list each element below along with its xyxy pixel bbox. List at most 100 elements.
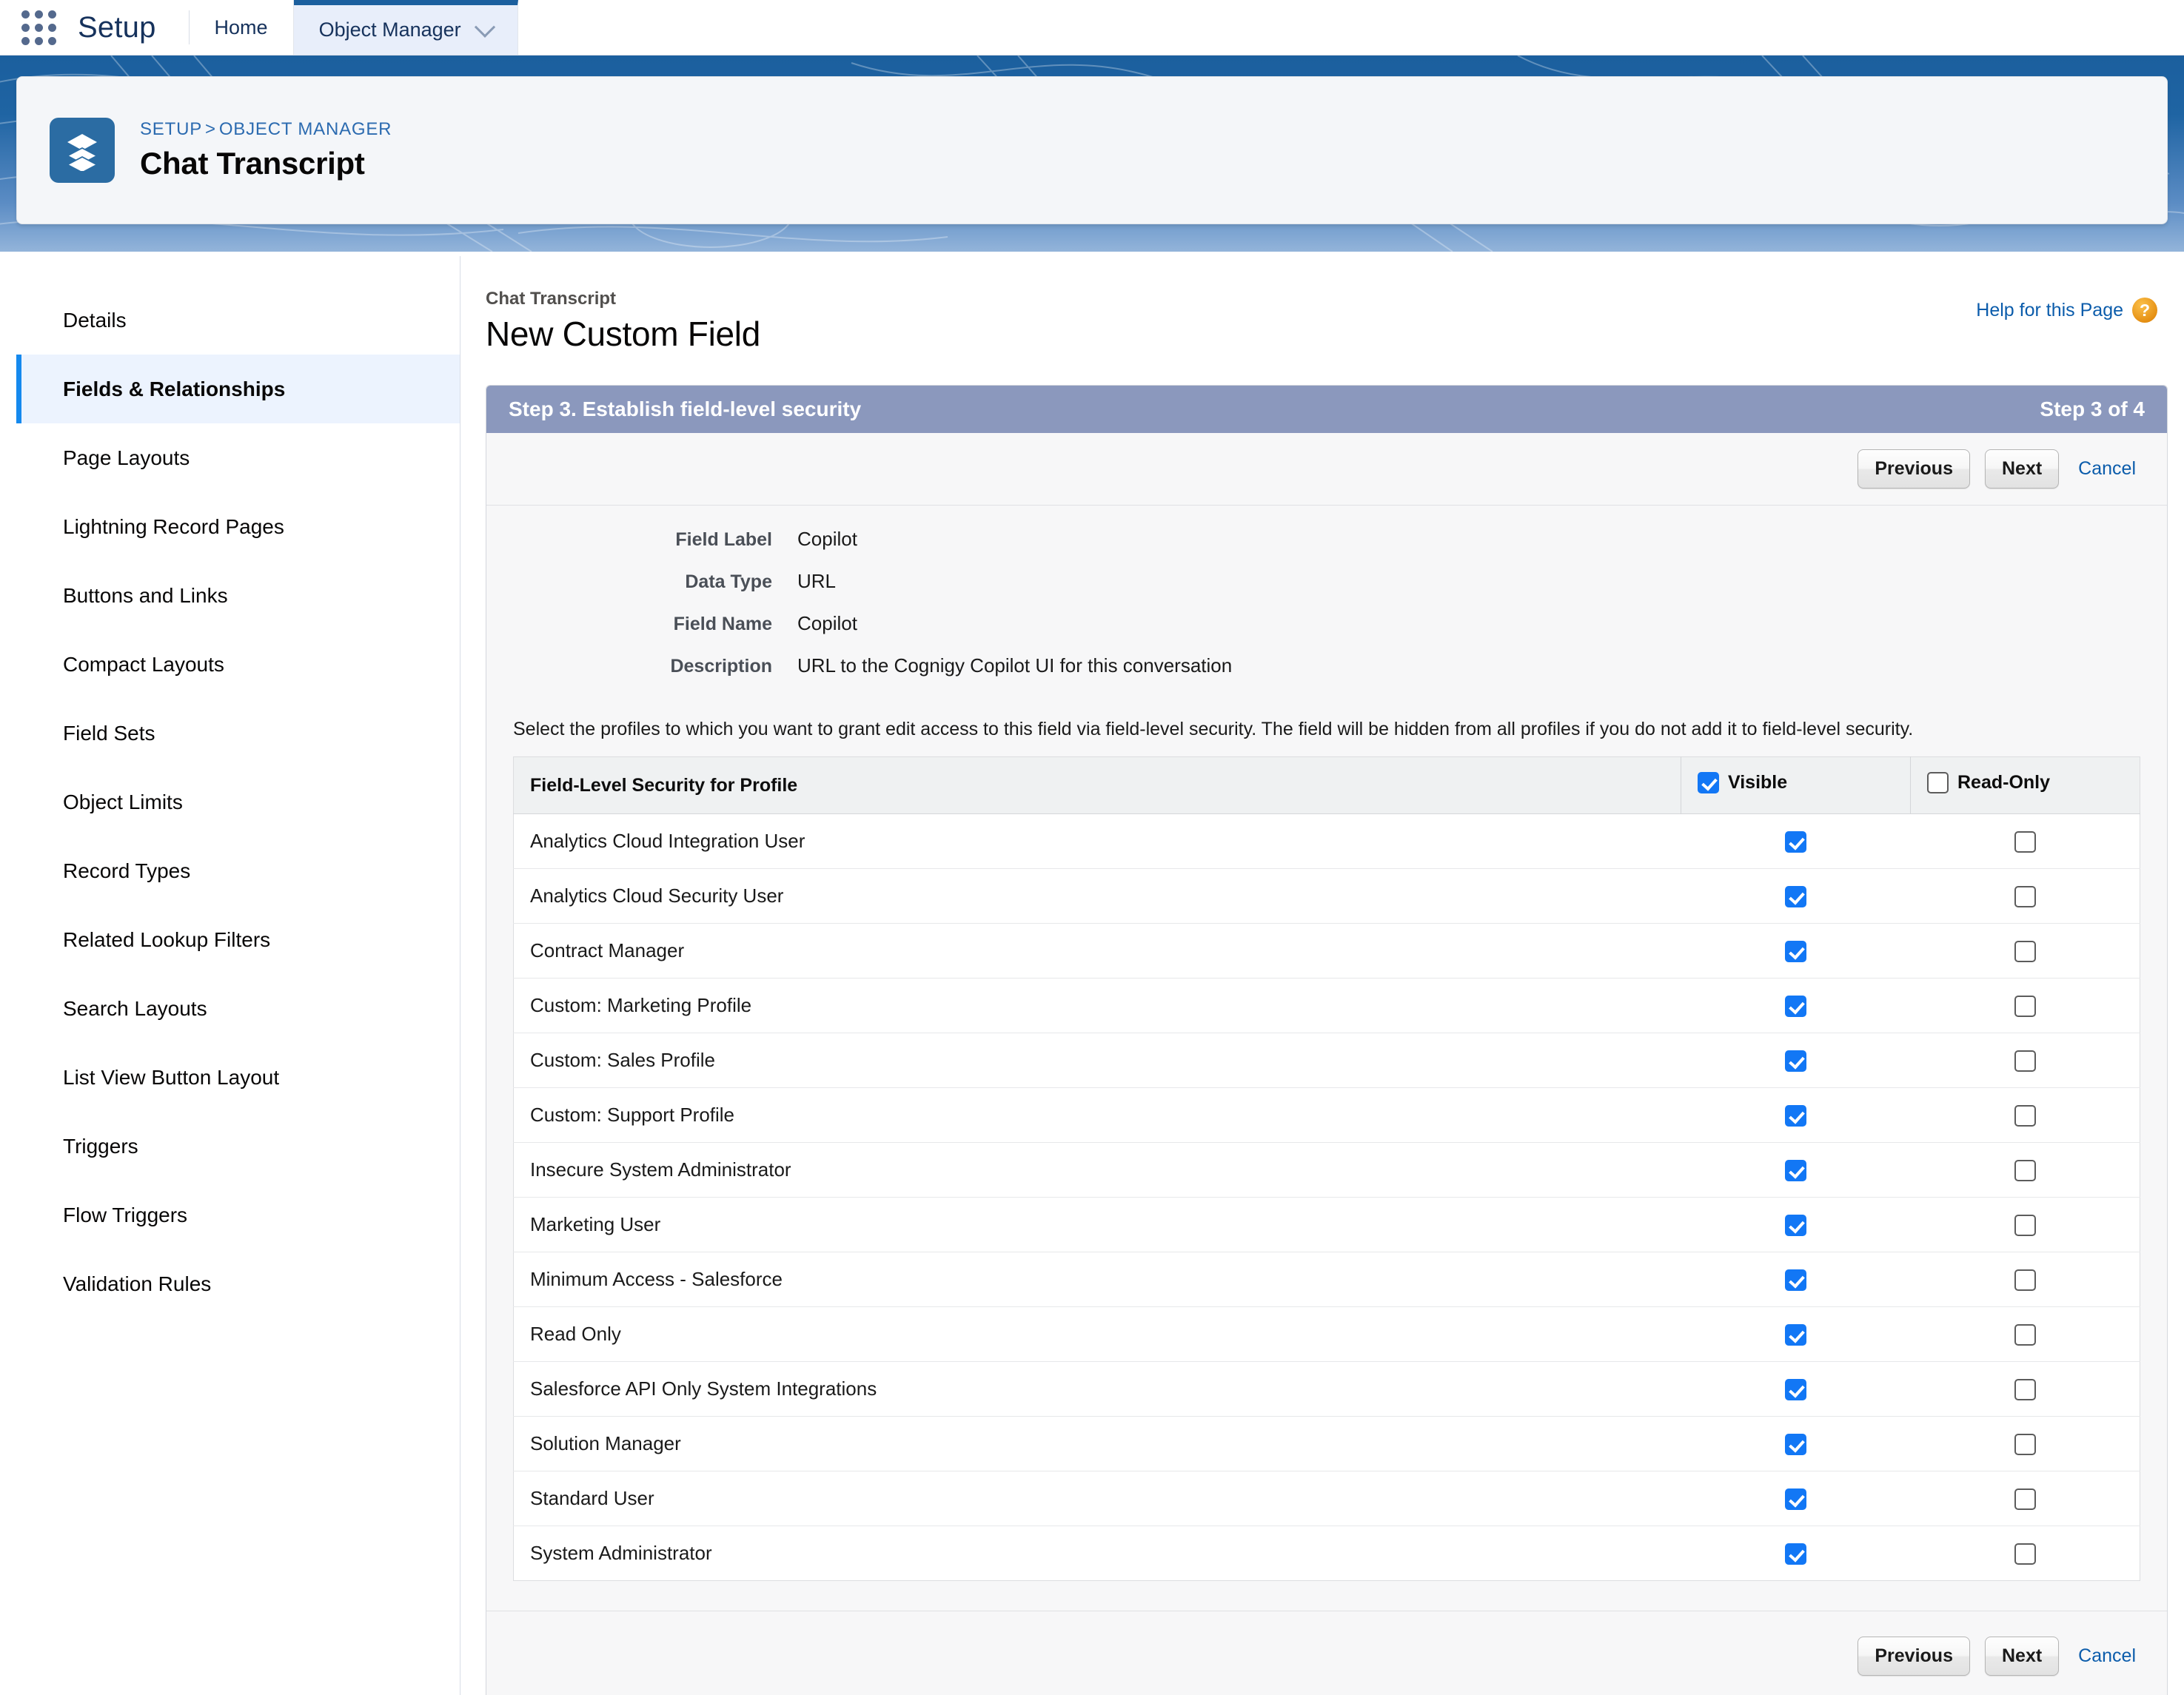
breadcrumb-setup-link[interactable]: SETUP bbox=[140, 119, 202, 139]
read-only-cell bbox=[1911, 869, 2140, 924]
cancel-link-top[interactable]: Cancel bbox=[2074, 458, 2140, 480]
visible-checkbox[interactable] bbox=[1785, 941, 1806, 962]
sidebar-item-validation-rules[interactable]: Validation Rules bbox=[16, 1249, 460, 1318]
sidebar-item-search-layouts[interactable]: Search Layouts bbox=[16, 974, 460, 1043]
read-only-checkbox[interactable] bbox=[2014, 1543, 2036, 1565]
read-only-checkbox[interactable] bbox=[2014, 1215, 2036, 1236]
visible-checkbox[interactable] bbox=[1785, 1050, 1806, 1072]
table-row: Marketing User bbox=[514, 1198, 2140, 1252]
previous-button-top[interactable]: Previous bbox=[1858, 449, 1970, 489]
sidebar-item-fields-relationships[interactable]: Fields & Relationships bbox=[16, 355, 460, 423]
field-level-security-instruction: Select the profiles to which you want to… bbox=[486, 710, 2167, 756]
cancel-link-bottom[interactable]: Cancel bbox=[2074, 1645, 2140, 1667]
read-only-checkbox[interactable] bbox=[2014, 886, 2036, 907]
visible-checkbox[interactable] bbox=[1785, 1324, 1806, 1346]
table-row: Salesforce API Only System Integrations bbox=[514, 1362, 2140, 1417]
sidebar-item-label: Flow Triggers bbox=[63, 1204, 187, 1227]
sidebar-item-field-sets[interactable]: Field Sets bbox=[16, 699, 460, 768]
read-only-checkbox[interactable] bbox=[2014, 831, 2036, 853]
read-only-checkbox[interactable] bbox=[2014, 941, 2036, 962]
visible-checkbox[interactable] bbox=[1785, 1269, 1806, 1291]
table-row: Read Only bbox=[514, 1307, 2140, 1362]
sidebar-item-label: Details bbox=[63, 309, 127, 332]
tab-home[interactable]: Home bbox=[190, 0, 294, 55]
record-title: Chat Transcript bbox=[140, 146, 392, 181]
sidebar-item-triggers[interactable]: Triggers bbox=[16, 1112, 460, 1181]
breadcrumb-object-manager-link[interactable]: OBJECT MANAGER bbox=[219, 119, 392, 139]
setup-title: Setup bbox=[78, 0, 189, 55]
read-only-checkbox[interactable] bbox=[2014, 996, 2036, 1017]
read-only-cell bbox=[1911, 924, 2140, 979]
sidebar-item-related-lookup-filters[interactable]: Related Lookup Filters bbox=[16, 905, 460, 974]
visible-checkbox[interactable] bbox=[1785, 1160, 1806, 1181]
sidebar-item-label: Compact Layouts bbox=[63, 653, 224, 677]
visible-cell bbox=[1681, 1526, 1911, 1581]
profile-name-cell: Marketing User bbox=[514, 1198, 1681, 1252]
read-only-checkbox[interactable] bbox=[2014, 1269, 2036, 1291]
read-only-cell bbox=[1911, 1143, 2140, 1198]
sidebar-item-lightning-record-pages[interactable]: Lightning Record Pages bbox=[16, 492, 460, 561]
help-question-icon[interactable]: ? bbox=[2132, 298, 2157, 323]
table-body: Analytics Cloud Integration User Analyti… bbox=[514, 814, 2140, 1581]
sidebar-item-details[interactable]: Details bbox=[16, 286, 460, 355]
profile-name-cell: Standard User bbox=[514, 1471, 1681, 1526]
sidebar-item-compact-layouts[interactable]: Compact Layouts bbox=[16, 630, 460, 699]
chevron-down-icon[interactable] bbox=[475, 16, 495, 37]
visible-cell bbox=[1681, 869, 1911, 924]
sidebar-item-label: Triggers bbox=[63, 1135, 138, 1158]
help-for-this-page-link[interactable]: Help for this Page ? bbox=[1976, 289, 2157, 323]
visible-checkbox[interactable] bbox=[1785, 886, 1806, 907]
table-row: Standard User bbox=[514, 1471, 2140, 1526]
select-all-readonly-checkbox[interactable] bbox=[1927, 772, 1949, 793]
sidebar-item-buttons-and-links[interactable]: Buttons and Links bbox=[16, 561, 460, 630]
visible-checkbox[interactable] bbox=[1785, 996, 1806, 1017]
visible-checkbox[interactable] bbox=[1785, 1105, 1806, 1127]
read-only-checkbox[interactable] bbox=[2014, 1160, 2036, 1181]
tab-object-manager-label: Object Manager bbox=[319, 19, 461, 41]
table-row: System Administrator bbox=[514, 1526, 2140, 1581]
visible-checkbox[interactable] bbox=[1785, 1434, 1806, 1455]
next-button-top[interactable]: Next bbox=[1985, 449, 2059, 489]
app-launcher-button[interactable] bbox=[0, 0, 78, 55]
next-button-bottom[interactable]: Next bbox=[1985, 1637, 2059, 1676]
visible-cell bbox=[1681, 924, 1911, 979]
wizard-step-bar: Step 3. Establish field-level security S… bbox=[486, 386, 2167, 433]
visible-checkbox[interactable] bbox=[1785, 831, 1806, 853]
help-link-label: Help for this Page bbox=[1976, 300, 2123, 321]
table-row: Solution Manager bbox=[514, 1417, 2140, 1471]
detail-row-description: Description URL to the Cognigy Copilot U… bbox=[486, 654, 2167, 677]
visible-checkbox[interactable] bbox=[1785, 1215, 1806, 1236]
sidebar-item-record-types[interactable]: Record Types bbox=[16, 836, 460, 905]
read-only-cell bbox=[1911, 1471, 2140, 1526]
field-level-security-table-wrap: Field-Level Security for Profile Visible bbox=[486, 756, 2167, 1611]
profile-name-cell: Analytics Cloud Integration User bbox=[514, 814, 1681, 869]
visible-checkbox[interactable] bbox=[1785, 1488, 1806, 1510]
read-only-checkbox[interactable] bbox=[2014, 1324, 2036, 1346]
visible-cell bbox=[1681, 1252, 1911, 1307]
profile-name-cell: Custom: Support Profile bbox=[514, 1088, 1681, 1143]
main-header: Chat Transcript New Custom Field Help fo… bbox=[486, 289, 2168, 354]
tab-object-manager[interactable]: Object Manager bbox=[294, 0, 518, 55]
wizard-actions-bottom: Previous Next Cancel bbox=[486, 1611, 2167, 1695]
visible-checkbox[interactable] bbox=[1785, 1543, 1806, 1565]
sidebar-item-page-layouts[interactable]: Page Layouts bbox=[16, 423, 460, 492]
read-only-checkbox[interactable] bbox=[2014, 1379, 2036, 1400]
read-only-checkbox[interactable] bbox=[2014, 1434, 2036, 1455]
sidebar-item-list-view-button-layout[interactable]: List View Button Layout bbox=[16, 1043, 460, 1112]
detail-label: Data Type bbox=[486, 571, 797, 593]
profile-name-cell: Contract Manager bbox=[514, 924, 1681, 979]
wizard-actions-top: Previous Next Cancel bbox=[486, 433, 2167, 506]
read-only-checkbox[interactable] bbox=[2014, 1105, 2036, 1127]
visible-cell bbox=[1681, 1362, 1911, 1417]
visible-checkbox[interactable] bbox=[1785, 1379, 1806, 1400]
previous-button-bottom[interactable]: Previous bbox=[1858, 1637, 1970, 1676]
detail-value: URL bbox=[797, 570, 836, 593]
read-only-cell bbox=[1911, 1526, 2140, 1581]
read-only-checkbox[interactable] bbox=[2014, 1050, 2036, 1072]
read-only-checkbox[interactable] bbox=[2014, 1488, 2036, 1510]
select-all-visible-checkbox[interactable] bbox=[1698, 772, 1719, 793]
record-header-card: SETUP>OBJECT MANAGER Chat Transcript bbox=[16, 76, 2168, 224]
profile-name-cell: Minimum Access - Salesforce bbox=[514, 1252, 1681, 1307]
sidebar-item-object-limits[interactable]: Object Limits bbox=[16, 768, 460, 836]
sidebar-item-flow-triggers[interactable]: Flow Triggers bbox=[16, 1181, 460, 1249]
